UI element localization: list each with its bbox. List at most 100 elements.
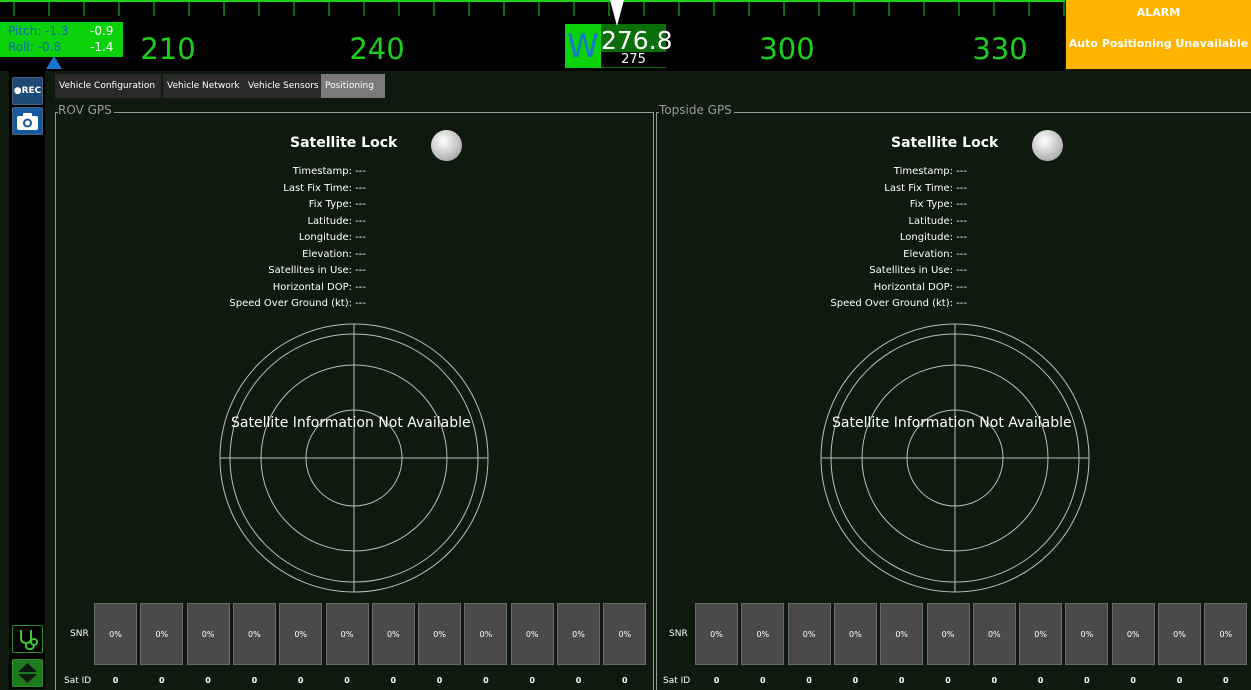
snr-bar: 0% — [140, 603, 184, 665]
snr-bar: 0% — [279, 603, 323, 665]
gps-info-list: Timestamp: --- Last Fix Time: --- Fix Ty… — [216, 164, 366, 313]
satellite-sky-plot — [820, 323, 1090, 593]
topside-gps-panel: Topside GPS Satellite Lock Timestamp: --… — [656, 103, 1251, 690]
snr-bar: 0% — [741, 603, 785, 665]
sat-id-value: 0 — [483, 676, 489, 685]
sat-id-value: 0 — [575, 676, 582, 685]
sat-id-value: 0 — [159, 676, 165, 685]
gps-info-row: Latitude: --- — [307, 215, 367, 227]
collapse-button[interactable] — [12, 659, 43, 687]
snr-bar: 0% — [833, 603, 877, 665]
sat-id-value: 0 — [991, 676, 998, 685]
satellite-info-message: Satellite Information Not Available — [231, 415, 471, 431]
left-toolbar: ●REC — [9, 71, 45, 689]
snr-bar: 0% — [972, 603, 1016, 665]
sat-id-value: 0 — [1176, 676, 1183, 685]
heading-scale-label: 330 — [972, 32, 1028, 66]
gps-info-row: Latitude: --- — [908, 215, 968, 227]
collapse-arrows-icon — [18, 663, 37, 683]
heading-target: 275 — [601, 52, 666, 67]
rov-gps-panel: ROV GPS Satellite Lock Timestamp: --- La… — [55, 103, 654, 690]
panel-title: ROV GPS — [58, 103, 114, 117]
satellite-lock-indicator — [1032, 130, 1063, 161]
panel-title: Topside GPS — [659, 103, 734, 117]
attitude-readout: Pitch: -1.3 -0.9 Roll: -0.8 -1.4 — [0, 22, 123, 57]
satellite-lock-label: Satellite Lock — [290, 135, 398, 151]
heading-value: 276.8 — [601, 26, 673, 55]
tab-positioning[interactable]: Positioning — [321, 74, 385, 98]
heading-compass-bar: 210 240 300 330 W 276.8 275 — [0, 0, 1065, 71]
sat-id-value: 0 — [852, 676, 859, 685]
gps-info-row: Speed Over Ground (kt): --- — [830, 298, 968, 309]
sat-id-value: 0 — [112, 676, 119, 685]
gps-info-row: Timestamp: --- — [893, 166, 968, 177]
tab-vehicle-network[interactable]: Vehicle Network — [163, 74, 247, 98]
satellite-lock-label: Satellite Lock — [891, 135, 999, 151]
gps-info-row: Longitude: --- — [899, 232, 968, 243]
satellite-lock-indicator — [431, 130, 462, 161]
gps-info-row: Satellites in Use: --- — [869, 265, 968, 276]
sat-id-value: 0 — [529, 676, 535, 685]
snr-bar: 0% — [787, 603, 831, 665]
snr-bar: 0% — [695, 603, 738, 665]
sat-id-value: 0 — [760, 676, 766, 685]
health-button[interactable] — [12, 625, 43, 653]
heading-scale-label: 210 — [140, 32, 196, 66]
heading-direction: W — [565, 24, 601, 68]
tab-vehicle-sensors[interactable]: Vehicle Sensors — [244, 74, 324, 98]
snr-bar: 0% — [232, 603, 276, 665]
alarm-message: Auto Positioning Unavailable — [1068, 37, 1249, 50]
sat-id-value: 0 — [297, 676, 304, 685]
pitch-value-secondary: -0.9 — [90, 24, 114, 38]
sat-id-value: 0 — [622, 676, 628, 685]
sat-id-value: 0 — [436, 676, 443, 685]
gps-info-row: Fix Type: --- — [308, 199, 367, 210]
gps-info-list: Timestamp: --- Last Fix Time: --- Fix Ty… — [817, 164, 967, 313]
camera-icon — [17, 113, 38, 130]
snr-bar: 0% — [1204, 603, 1248, 665]
snr-bar: 0% — [1111, 603, 1155, 665]
snr-bar: 0% — [325, 603, 369, 665]
gps-info-row: Elevation: --- — [302, 248, 367, 260]
snr-bar: 0% — [186, 603, 230, 665]
record-button[interactable]: ●REC — [12, 77, 43, 105]
snr-bar: 0% — [880, 603, 924, 665]
sat-id-value: 0 — [205, 676, 211, 685]
sat-id-value: 0 — [1130, 676, 1136, 685]
gps-info-row: Horizontal DOP: --- — [873, 281, 968, 293]
attitude-marker-icon — [46, 56, 62, 69]
heading-tick-marks — [0, 0, 1065, 16]
snr-bar: 0% — [1158, 603, 1201, 665]
satellite-sky-plot — [219, 323, 489, 593]
snr-bar: 0% — [94, 603, 137, 665]
sat-id-value: 0 — [713, 676, 720, 685]
sat-id-label: Sat ID — [663, 676, 691, 686]
sat-id-value: 0 — [1084, 676, 1090, 685]
snr-label: SNR — [70, 629, 89, 639]
pitch-readout: Pitch: -1.3 — [8, 24, 69, 38]
gps-info-row: Speed Over Ground (kt): --- — [229, 298, 367, 309]
gps-info-row: Timestamp: --- — [292, 166, 367, 177]
sat-id-value: 0 — [1223, 676, 1229, 685]
gps-info-row: Last Fix Time: --- — [283, 182, 367, 194]
snr-bar: 0% — [371, 603, 415, 665]
tab-vehicle-configuration[interactable]: Vehicle Configuration — [55, 74, 161, 98]
snr-bar: 0% — [1065, 603, 1109, 665]
snr-bar: 0% — [464, 603, 508, 665]
sat-id-value: 0 — [945, 676, 951, 685]
gps-info-row: Longitude: --- — [298, 232, 367, 243]
snr-bar: 0% — [603, 603, 647, 665]
sat-id-value: 0 — [390, 676, 397, 685]
sat-id-value: 0 — [1037, 676, 1044, 685]
snapshot-button[interactable] — [12, 107, 43, 135]
heading-scale-label: 300 — [759, 32, 815, 66]
sat-id-value: 0 — [251, 676, 258, 685]
snr-bar: 0% — [418, 603, 462, 665]
heading-pointer-icon — [610, 0, 624, 26]
snr-label: SNR — [669, 629, 688, 639]
heading-readout: 276.8 275 — [601, 24, 673, 68]
sat-id-label: Sat ID — [64, 676, 92, 686]
gps-info-row: Elevation: --- — [903, 248, 968, 260]
alarm-banner[interactable]: ALARM Auto Positioning Unavailable — [1066, 0, 1251, 69]
gps-info-row: Last Fix Time: --- — [884, 182, 968, 194]
